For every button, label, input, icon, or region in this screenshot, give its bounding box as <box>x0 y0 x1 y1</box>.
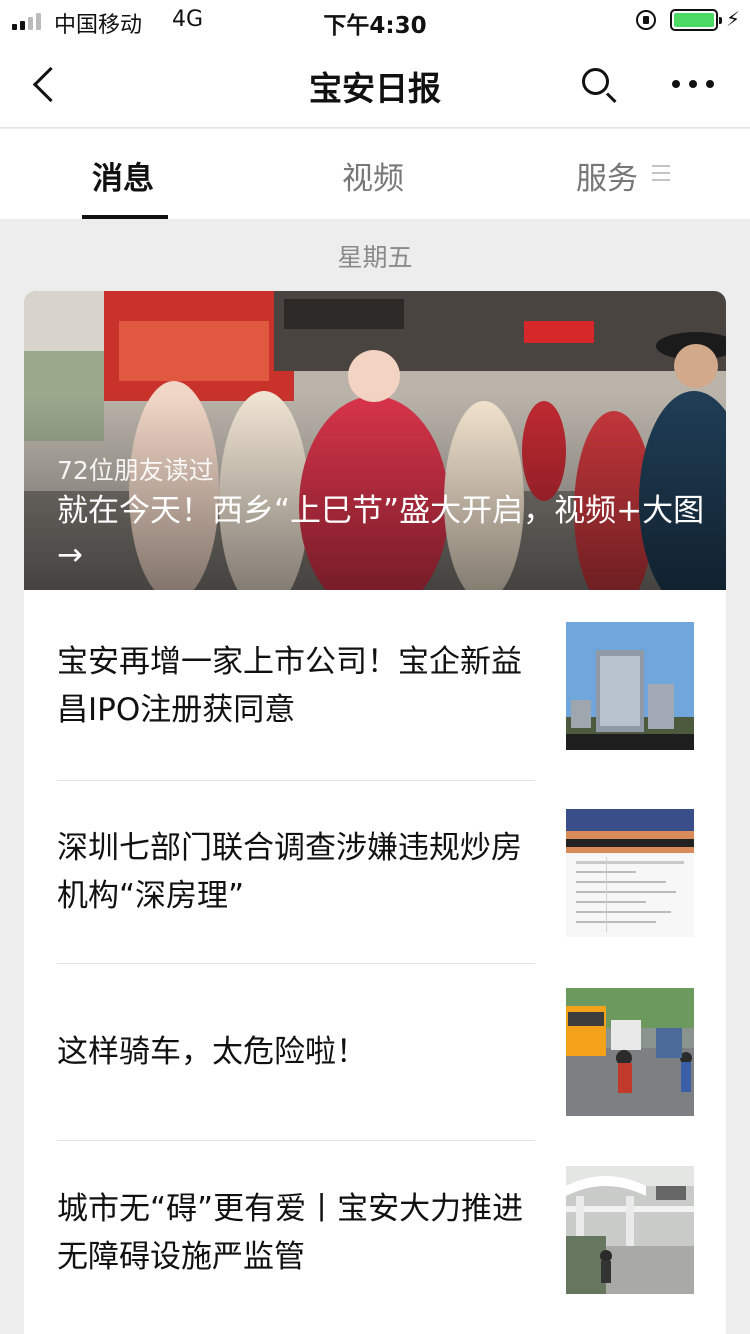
tab-videos[interactable]: 视频 <box>342 153 404 198</box>
tab-bar: 消息 视频 服务 <box>0 129 750 219</box>
list-item[interactable]: 宝安再增一家上市公司！宝企新益昌IPO注册获同意 <box>24 590 726 781</box>
hero-read-count: 72位朋友读过 <box>57 456 214 485</box>
more-button[interactable] <box>672 80 714 88</box>
article-title: 宝安再增一家上市公司！宝企新益昌IPO注册获同意 <box>57 644 522 728</box>
article-thumbnail <box>566 622 694 750</box>
tab-messages[interactable]: 消息 <box>92 153 154 198</box>
list-item[interactable]: 深圳七部门联合调查涉嫌违规炒房机构“深房理” <box>24 781 726 964</box>
hero-article[interactable]: 72位朋友读过 就在今天！西乡“上巳节”盛大开启，视频+大图→ <box>24 291 726 590</box>
page-title: 宝安日报 <box>309 69 441 108</box>
article-title: 城市无“碍”更有爱丨宝安大力推进无障碍设施严监管 <box>57 1191 524 1275</box>
list-item[interactable]: 这样骑车，太危险啦！ <box>24 964 726 1141</box>
battery-icon <box>670 9 722 31</box>
tab-services[interactable]: 服务 <box>576 153 638 198</box>
article-thumbnail <box>566 809 694 937</box>
charging-icon: ⚡ <box>726 7 741 31</box>
status-bar: 中国移动 4G 下午4:30 ⚡ <box>0 0 750 40</box>
date-label: 星期五 <box>337 243 413 272</box>
more-dots-icon <box>672 80 680 88</box>
article-title: 深圳七部门联合调查涉嫌违规炒房机构“深房理” <box>57 830 522 914</box>
article-thumbnail <box>566 1166 694 1294</box>
article-thumbnail <box>566 988 694 1116</box>
search-button[interactable] <box>578 64 618 104</box>
active-tab-indicator <box>82 215 168 219</box>
orientation-lock-icon <box>636 10 656 30</box>
article-title: 这样骑车，太危险啦！ <box>57 1034 367 1070</box>
search-icon <box>582 68 609 95</box>
menu-icon[interactable] <box>652 165 670 181</box>
hero-title: 就在今天！西乡“上巳节”盛大开启，视频+大图→ <box>57 493 705 573</box>
list-item[interactable]: 城市无“碍”更有爱丨宝安大力推进无障碍设施严监管 <box>24 1141 726 1321</box>
nav-bar: 宝安日报 <box>0 40 750 128</box>
article-card: 72位朋友读过 就在今天！西乡“上巳节”盛大开启，视频+大图→ 宝安再增一家上市… <box>24 291 726 1334</box>
